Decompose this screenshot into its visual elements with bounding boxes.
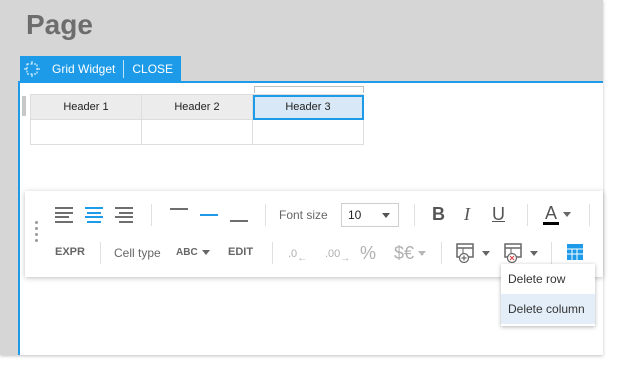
header-row: Header 1 Header 2 Header 3	[30, 94, 364, 120]
page-title: Page	[26, 9, 93, 40]
table-icon	[567, 244, 583, 260]
column-select-handle[interactable]	[254, 86, 364, 93]
grid-cell[interactable]	[141, 119, 253, 145]
italic-button[interactable]: I	[464, 204, 470, 225]
percent-button[interactable]: %	[360, 243, 376, 264]
grid-cell[interactable]	[252, 119, 364, 145]
chevron-down-icon	[382, 213, 390, 218]
toolbar-divider	[100, 242, 101, 264]
delete-row-column-button[interactable]	[504, 243, 538, 263]
currency-button[interactable]: $€	[394, 243, 427, 264]
font-size-value: 10	[348, 208, 362, 222]
toolbar-divider	[151, 204, 152, 226]
header-cell-2[interactable]: Header 2	[141, 94, 253, 120]
delete-dropdown-menu: Delete row Delete column	[501, 264, 595, 326]
menu-item-delete-column[interactable]: Delete column	[501, 294, 595, 324]
chevron-down-icon	[418, 251, 427, 256]
toolbar-divider	[527, 204, 528, 226]
data-grid: Header 1 Header 2 Header 3	[30, 94, 364, 145]
font-size-label: Font size	[279, 208, 328, 222]
chevron-down-icon	[530, 250, 538, 256]
widget-name: Grid Widget	[52, 62, 116, 76]
close-button[interactable]: CLOSE	[124, 62, 181, 76]
align-center-icon[interactable]	[85, 207, 103, 223]
valign-middle-icon[interactable]	[200, 207, 218, 223]
chevron-down-icon	[201, 250, 210, 255]
cell-type-select[interactable]: ABC	[176, 247, 210, 258]
toolbar-drag-handle[interactable]	[35, 221, 39, 249]
underline-button[interactable]: U	[492, 204, 505, 225]
table-insert-icon	[456, 243, 474, 263]
menu-item-delete-row[interactable]: Delete row	[501, 264, 595, 294]
font-color-icon: A	[544, 203, 557, 223]
table-delete-icon	[504, 243, 522, 263]
expr-button[interactable]: EXPR	[55, 246, 85, 258]
chevron-down-icon	[563, 212, 571, 217]
font-size-select[interactable]: 10	[341, 203, 399, 227]
valign-bottom-icon[interactable]	[230, 207, 248, 223]
toolbar-divider	[272, 242, 273, 264]
font-color-button[interactable]: A	[543, 204, 571, 225]
header-cell-1[interactable]: Header 1	[30, 94, 142, 120]
toolbar-divider	[441, 242, 442, 264]
header-cell-3[interactable]: Header 3	[252, 94, 364, 120]
align-right-icon[interactable]	[115, 207, 133, 223]
toolbar-divider	[265, 204, 266, 226]
table-settings-button[interactable]	[566, 243, 584, 261]
grid-cell[interactable]	[30, 119, 142, 145]
increase-decimal-button[interactable]: .00 →	[325, 243, 350, 265]
edit-button[interactable]: EDIT	[228, 246, 253, 258]
chevron-down-icon	[482, 250, 490, 256]
align-left-icon[interactable]	[55, 207, 73, 223]
toolbar-divider	[551, 242, 552, 264]
table-row	[30, 119, 364, 145]
toolbar-divider	[414, 204, 415, 226]
cell-type-value: ABC	[176, 247, 198, 258]
valign-top-icon[interactable]	[170, 207, 188, 223]
widget-tab-bar: Grid Widget CLOSE	[20, 56, 182, 82]
bold-button[interactable]: B	[432, 204, 445, 225]
toolbar-divider	[589, 204, 590, 226]
cell-type-label: Cell type	[114, 246, 161, 260]
insert-row-button[interactable]	[456, 243, 490, 263]
decrease-decimal-button[interactable]: .0 ←	[288, 243, 307, 265]
row-resize-handle[interactable]	[22, 96, 26, 116]
widget-move-icon[interactable]	[20, 56, 44, 82]
